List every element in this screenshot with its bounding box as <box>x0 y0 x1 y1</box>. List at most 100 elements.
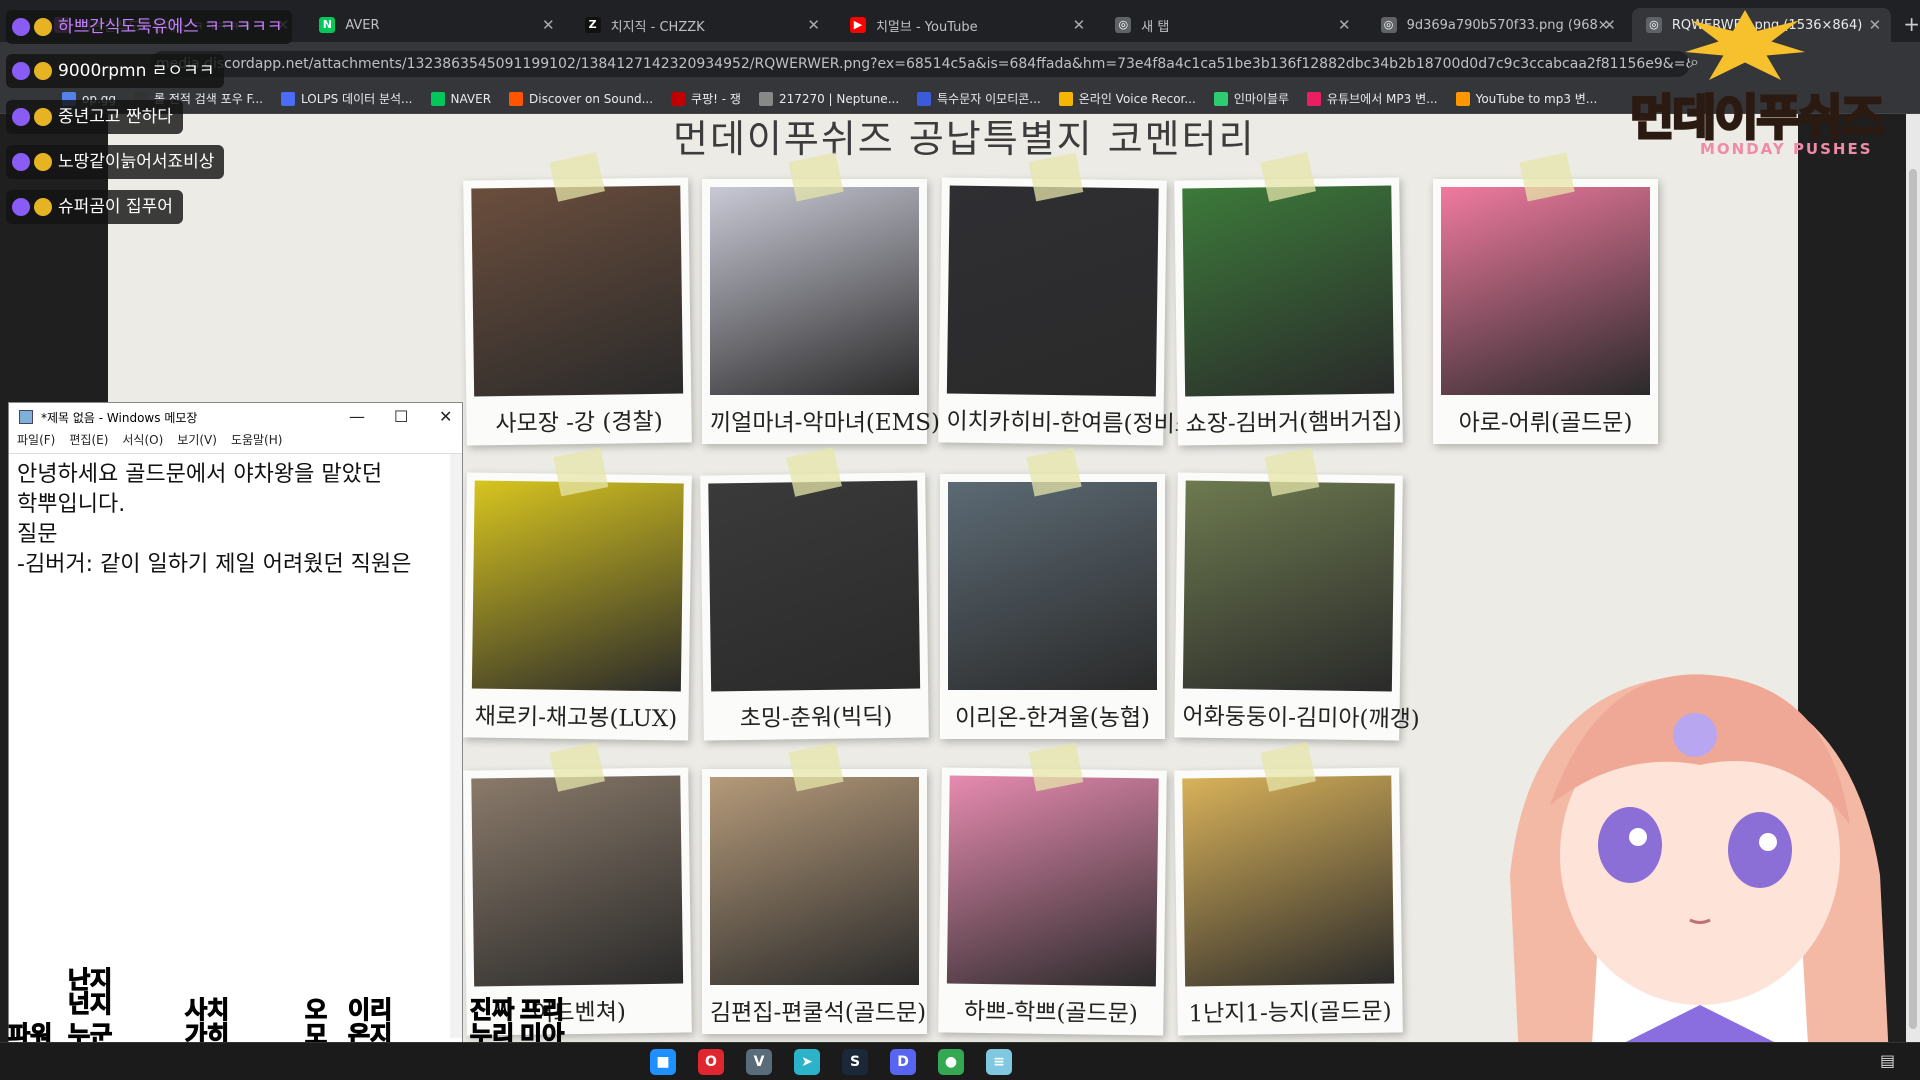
tab-label: 치지직 - CHZZK <box>610 19 705 35</box>
tab-favicon-icon: ◎ <box>1115 17 1132 33</box>
character-photo <box>471 480 684 692</box>
bookmark-favicon-icon <box>758 91 773 106</box>
character-photo <box>1182 480 1395 692</box>
notepad-line: 질문 <box>17 522 58 547</box>
browser-tab[interactable]: Z 치지직 - CHZZK ✕ <box>571 8 830 42</box>
card-caption: 사모장 -강 (경찰) <box>495 408 663 438</box>
chat-message: 노땅같이늙어서죠비상 <box>6 145 225 179</box>
browser-tab[interactable]: N AVER ✕ <box>305 8 564 42</box>
vegas-icon[interactable]: V <box>746 1049 772 1075</box>
card-caption: 이리온-한겨울(농협) <box>955 705 1150 731</box>
card-caption: 김편집-편쿨석(골드문) <box>710 1000 927 1026</box>
browser-tab[interactable]: ◎ 새 탭 ✕ <box>1101 8 1360 42</box>
notification-icon[interactable]: ▤ <box>1880 1051 1895 1070</box>
bookmark-item[interactable]: 온라인 Voice Recor... <box>1058 90 1196 107</box>
notepad-icon <box>19 410 33 424</box>
chat-badge-icon <box>34 62 52 80</box>
chat-text: 노땅같이늙어서죠비상 <box>58 152 215 172</box>
taskbar: ■ O V ➤ S D ● ≡ ▤ <box>0 1042 1920 1080</box>
close-icon[interactable]: ✕ <box>439 407 452 426</box>
bookmark-favicon-icon <box>1213 91 1228 106</box>
notepad-text-area[interactable]: 안녕하세요 골드문에서 야차왕을 맡았던 학뿌입니다. 질문 -김버거: 같이 일하기… <box>9 453 462 1038</box>
tab-favicon-icon: Z <box>584 17 601 33</box>
steam-icon[interactable]: S <box>842 1049 868 1075</box>
screen: ✦하쁘간식도둑유에스 ㅋㅋㅋㅋㅋ✕NAVER✕Z치지직 - CHZZK✕▶치멀브… <box>0 0 1920 1080</box>
notepad-menu-item[interactable]: 보기(V) <box>177 431 217 453</box>
bookmark-item[interactable]: 유튜브에서 MP3 변... <box>1307 90 1438 107</box>
notepad-menu-item[interactable]: 편집(E) <box>69 431 108 453</box>
tab-favicon-icon: ▶ <box>849 17 866 33</box>
character-photo <box>471 775 684 987</box>
bookmark-item[interactable]: NAVER <box>430 91 492 106</box>
tab-close-icon[interactable]: ✕ <box>1603 16 1616 34</box>
browser-tab[interactable]: ◎ 9d369a790b570f33.png (968× ✕ <box>1367 8 1626 42</box>
card-caption: 하쁘-학쁘(골드문) <box>963 998 1139 1028</box>
discord-icon[interactable]: D <box>890 1049 916 1075</box>
tab-close-icon[interactable]: ✕ <box>542 16 555 34</box>
notepad-menu-item[interactable]: 파일(F) <box>17 431 55 453</box>
bookmark-item[interactable]: Discover on Sound... <box>509 91 654 106</box>
vtuber-avatar <box>1510 674 1890 1080</box>
tab-close-icon[interactable]: ✕ <box>1073 16 1086 34</box>
polaroid-card: 1난지1-능지(골드문) <box>1174 742 1403 1036</box>
chat-badge-icon <box>12 198 30 216</box>
viewer-name: 넌지 <box>67 989 113 1018</box>
notepad-icon[interactable]: ≡ <box>986 1049 1012 1075</box>
minimize-icon[interactable]: — <box>349 407 365 426</box>
bookmark-label: 쿠팡! - 쟁 <box>691 92 741 106</box>
bookmark-item[interactable]: 쿠팡! - 쟁 <box>671 90 741 107</box>
bookmark-item[interactable]: 217270 | Neptune... <box>758 91 900 106</box>
bookmark-label: 217270 | Neptune... <box>778 91 900 106</box>
chat-text: 하쁘간식도둑유에스 ㅋㅋㅋㅋㅋ <box>58 17 283 37</box>
tab-close-icon[interactable]: ✕ <box>807 16 820 34</box>
polaroid-card: 사모장 -강 (경찰) <box>463 152 692 446</box>
notepad-menu-item[interactable]: 서식(O) <box>122 431 163 453</box>
bookmark-item[interactable]: YouTube to mp3 변... <box>1455 90 1598 107</box>
polaroid-card: 끼얼마녀-악마녀(EMS) <box>702 152 940 444</box>
bookmark-favicon-icon <box>1058 91 1073 106</box>
polaroid-card: 하쁘-학쁘(골드문) <box>938 742 1167 1036</box>
bookmark-label: YouTube to mp3 변... <box>1475 92 1598 106</box>
character-photo <box>948 482 1157 690</box>
bird-icon[interactable]: ➤ <box>794 1049 820 1075</box>
chat-message: 하쁘간식도둑유에스 ㅋㅋㅋㅋㅋ <box>6 10 293 44</box>
bookmark-item[interactable]: 특수문자 이모티콘... <box>917 90 1041 107</box>
maximize-icon[interactable]: ☐ <box>394 407 408 426</box>
bookmark-favicon-icon <box>1455 91 1470 106</box>
bookmark-label: NAVER <box>450 91 492 106</box>
chat-text: 슈퍼곰이 집푸어 <box>58 197 173 217</box>
chrome-icon[interactable]: ● <box>938 1049 964 1075</box>
browser-tab[interactable]: ▶ 치멀브 - YouTube ✕ <box>836 8 1095 42</box>
tab-close-icon[interactable]: ✕ <box>1338 16 1351 34</box>
bookmark-favicon-icon <box>430 91 445 106</box>
chat-message: 중년고고 짠하다 <box>6 100 183 134</box>
page-title: 먼데이푸쉬즈 공납특별지 코멘터리 <box>673 117 1256 161</box>
notepad-window[interactable]: *제목 없음 - Windows 메모장 — ☐ ✕ 파일(F) 편집(E) 서식(… <box>8 402 463 1044</box>
bookmark-favicon-icon <box>1307 91 1322 106</box>
stream-logo: 먼데이푸쉬즈 MONDAY PUSHES <box>1629 10 1920 160</box>
character-photo <box>1182 185 1395 397</box>
bookmark-item[interactable]: 인마이블루 <box>1213 90 1289 107</box>
notepad-line: 안녕하세요 골드문에서 야차왕을 맡았던 <box>17 462 383 487</box>
card-caption: 초밍-춘워(빅딕) <box>739 703 893 733</box>
tab-label: 9d369a790b570f33.png (968× <box>1406 17 1609 33</box>
bookmark-label: 특수문자 이모티콘... <box>937 92 1041 106</box>
character-photo <box>710 777 919 985</box>
bookmark-item[interactable]: LOLPS 데이터 분석... <box>280 90 413 107</box>
chat-badge-icon <box>12 62 30 80</box>
bookmark-favicon-icon <box>671 91 686 106</box>
card-caption: 쇼장-김버거(햄버거집) <box>1185 408 1402 438</box>
bookmark-label: 유튜브에서 MP3 변... <box>1327 92 1438 106</box>
character-photo <box>1441 187 1650 395</box>
notepad-menu-item[interactable]: 도움말(H) <box>231 431 283 453</box>
bookmark-label: Discover on Sound... <box>529 91 654 106</box>
url-field[interactable]: media.discordapp.net/attachments/1323863… <box>150 51 1690 77</box>
character-photo <box>471 185 684 397</box>
polaroid-card: 아로-어뤼(골드문) <box>1433 152 1658 444</box>
tab-label: AVER <box>345 17 380 33</box>
notepad-scrollbar[interactable] <box>450 454 462 1038</box>
opera-icon[interactable]: O <box>698 1049 724 1075</box>
windows-icon[interactable]: ■ <box>650 1049 676 1075</box>
card-caption: 1난지1-능지(골드문) <box>1188 998 1392 1028</box>
chat-badge-icon <box>34 108 52 126</box>
